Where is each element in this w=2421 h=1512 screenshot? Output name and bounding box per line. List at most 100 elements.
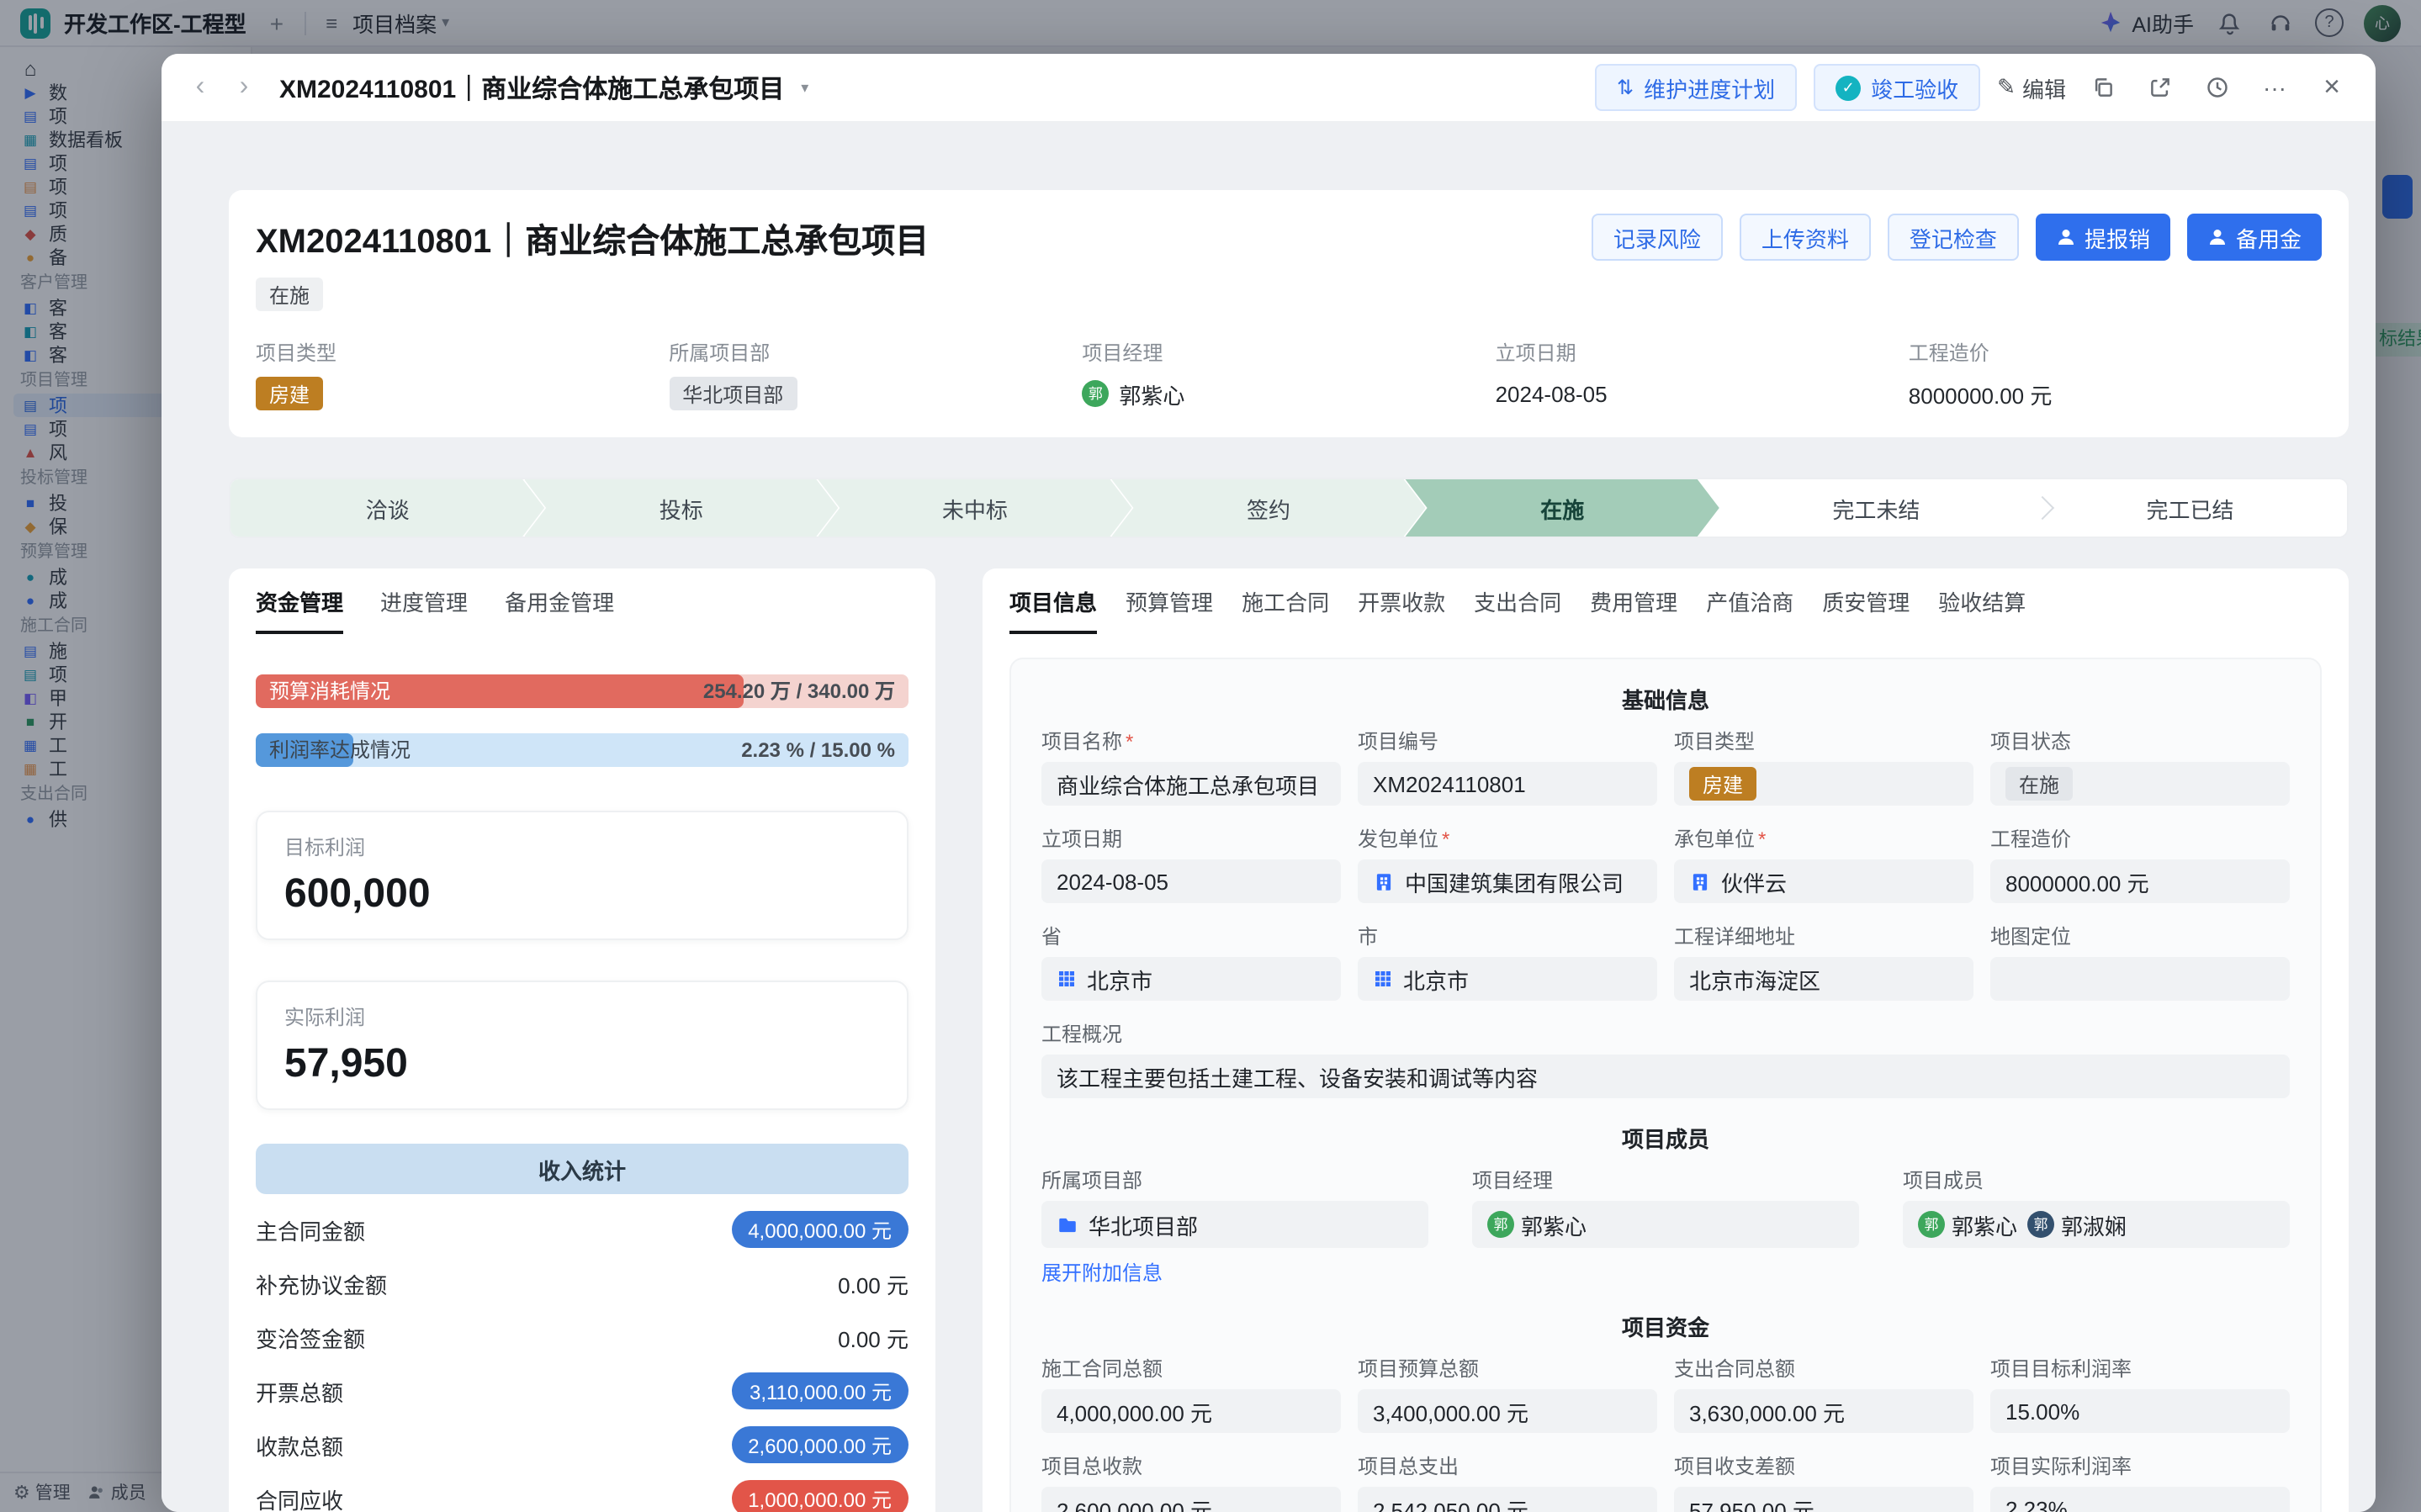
project-title: XM2024110801｜商业综合体施工总承包项目 xyxy=(256,214,929,262)
province-input[interactable]: 北京市 xyxy=(1041,957,1341,1001)
employer-unit-input[interactable]: 中国建筑集团有限公司 xyxy=(1358,859,1657,903)
start-date-input[interactable]: 2024-08-05 xyxy=(1041,859,1341,903)
tab-invoicing-collection[interactable]: 开票收款 xyxy=(1358,585,1445,634)
detailed-address-input[interactable]: 北京市海淀区 xyxy=(1674,957,1973,1001)
close-icon[interactable]: × xyxy=(2312,67,2352,108)
budget-total-input[interactable]: 3,400,000.00 元 xyxy=(1358,1389,1657,1433)
status-badge: 在施 xyxy=(256,278,323,311)
tab-fund-management[interactable]: 资金管理 xyxy=(256,585,343,634)
project-cost-input[interactable]: 8000000.00 元 xyxy=(1990,859,2290,903)
amount-pill: 4,000,000.00 元 xyxy=(731,1211,909,1248)
submit-expense-button[interactable]: 提报销 xyxy=(2036,214,2170,261)
field-target-profit-rate: 项目目标利润率 15.00% xyxy=(1990,1356,2290,1433)
income-statistics-button[interactable]: 收入统计 xyxy=(256,1144,909,1194)
share-icon xyxy=(2148,76,2172,99)
expand-additional-info-link[interactable]: 展开附加信息 xyxy=(1041,1258,1428,1287)
petty-cash-button[interactable]: 备用金 xyxy=(2187,214,2322,261)
actual-profit-rate-input[interactable]: 2.23% xyxy=(1990,1487,2290,1512)
copy-button[interactable] xyxy=(2083,67,2123,108)
person-icon xyxy=(2207,227,2228,247)
project-type-input[interactable]: 房建 xyxy=(1674,762,1973,806)
project-members-input[interactable]: 郭郭紫心 郭郭淑娴 xyxy=(1903,1201,2290,1248)
field-budget-total: 项目预算总额 3,400,000.00 元 xyxy=(1358,1356,1657,1433)
expense-contract-total-input[interactable]: 3,630,000.00 元 xyxy=(1674,1389,1973,1433)
tab-progress-management[interactable]: 进度管理 xyxy=(380,585,468,634)
building-icon xyxy=(1373,870,1395,892)
project-status-input[interactable]: 在施 xyxy=(1990,762,2290,806)
section-basic-info: 基础信息 xyxy=(1041,683,2290,715)
back-icon[interactable]: ‹ xyxy=(185,72,215,103)
field-expense-contract-total: 支出合同总额 3,630,000.00 元 xyxy=(1674,1356,1973,1433)
member-chip[interactable]: 郭郭淑娴 xyxy=(2027,1208,2127,1240)
upload-document-button[interactable]: 上传资料 xyxy=(1740,214,1871,261)
forward-icon[interactable]: › xyxy=(229,72,259,103)
maintain-schedule-button[interactable]: ⇅维护进度计划 xyxy=(1595,64,1797,111)
project-type-tag: 房建 xyxy=(1689,767,1756,801)
total-received-input[interactable]: 2,600,000.00 元 xyxy=(1041,1487,1341,1512)
amount-pill-alert: 1,000,000.00 元 xyxy=(731,1480,909,1512)
member-chip[interactable]: 郭郭紫心 xyxy=(1918,1208,2017,1240)
field-total-expense: 项目总支出 2,542,050.00 元 xyxy=(1358,1453,1657,1512)
row-received-total: 收款总额 2,600,000.00 元 xyxy=(256,1426,909,1463)
total-expense-input[interactable]: 2,542,050.00 元 xyxy=(1358,1487,1657,1512)
tab-quality-safety[interactable]: 质安管理 xyxy=(1822,585,1910,634)
amount-pill: 3,110,000.00 元 xyxy=(733,1372,909,1409)
department-input[interactable]: 华北项目部 xyxy=(1041,1201,1428,1248)
map-location-input[interactable] xyxy=(1990,957,2290,1001)
screen: 开发工作区-工程型 + ≡ 项目档案 ▾ AI助手 ? 心 ⌂ ▶数 ▤项 ▦数… xyxy=(0,0,2421,1512)
folder-icon xyxy=(1057,1213,1078,1235)
stage-negotiation[interactable]: 洽谈 xyxy=(230,479,544,537)
field-employer-unit: 发包单位 中国建筑集团有限公司 xyxy=(1358,826,1657,903)
stage-in-construction-active[interactable]: 在施 xyxy=(1406,479,1719,537)
completion-acceptance-button[interactable]: ✓竣工验收 xyxy=(1814,64,1980,111)
project-code-input[interactable]: XM2024110801 xyxy=(1358,762,1657,806)
right-panel-tabs: 项目信息 预算管理 施工合同 开票收款 支出合同 费用管理 产值洽商 质安管理 … xyxy=(1009,568,2322,634)
project-info-form: 基础信息 项目名称 商业综合体施工总承包项目 项目编号 XM2024110801 xyxy=(1009,658,2322,1512)
summary-field-project-cost: 工程造价 8000000.00 元 xyxy=(1909,338,2322,410)
tab-fee-management[interactable]: 费用管理 xyxy=(1590,585,1677,634)
row-main-contract: 主合同金额 4,000,000.00 元 xyxy=(256,1211,909,1248)
tab-project-info[interactable]: 项目信息 xyxy=(1009,585,1097,634)
actual-profit-value: 57,950 xyxy=(284,1041,880,1088)
tab-output-negotiation[interactable]: 产值洽商 xyxy=(1706,585,1793,634)
tab-acceptance-settlement[interactable]: 验收结算 xyxy=(1938,585,2026,634)
balance-input[interactable]: 57,950.00 元 xyxy=(1674,1487,1973,1512)
target-profit-rate-input[interactable]: 15.00% xyxy=(1990,1389,2290,1433)
row-change-negotiation: 变洽签金额 0.00 元 xyxy=(256,1319,909,1356)
check-badge-icon: ✓ xyxy=(1836,75,1861,100)
register-inspection-button[interactable]: 登记检查 xyxy=(1888,214,2019,261)
history-button[interactable] xyxy=(2197,67,2238,108)
city-input[interactable]: 北京市 xyxy=(1358,957,1657,1001)
tab-budget-management[interactable]: 预算管理 xyxy=(1126,585,1213,634)
project-overview-input[interactable]: 该工程主要包括土建工程、设备安装和调试等内容 xyxy=(1041,1055,2290,1098)
record-risk-button[interactable]: 记录风险 xyxy=(1592,214,1723,261)
stage-signed[interactable]: 签约 xyxy=(1111,479,1425,537)
row-contract-receivable: 合同应收 1,000,000.00 元 xyxy=(256,1480,909,1512)
chevron-down-icon[interactable]: ▾ xyxy=(801,78,808,97)
stage-bidding[interactable]: 投标 xyxy=(524,479,838,537)
tab-petty-cash-management[interactable]: 备用金管理 xyxy=(505,585,614,634)
stage-not-won[interactable]: 未中标 xyxy=(818,479,1131,537)
actual-profit-card: 实际利润 57,950 xyxy=(256,981,909,1110)
edit-button[interactable]: ✎编辑 xyxy=(1997,71,2066,103)
funds-panel: 资金管理 进度管理 备用金管理 预算消耗情况 254.20 万 / 340.00… xyxy=(229,568,935,1512)
share-button[interactable] xyxy=(2140,67,2180,108)
more-actions-button[interactable]: ··· xyxy=(2254,67,2295,108)
project-manager-input[interactable]: 郭郭紫心 xyxy=(1472,1201,1859,1248)
clock-icon xyxy=(2206,76,2229,99)
building-icon xyxy=(1689,870,1711,892)
department-tag: 华北项目部 xyxy=(669,377,797,410)
member-chip[interactable]: 郭郭紫心 xyxy=(1487,1208,1587,1240)
avatar: 郭 xyxy=(2027,1211,2054,1238)
sort-icon: ⇅ xyxy=(1617,76,1634,99)
stage-finished-unsettled[interactable]: 完工未结 xyxy=(1719,479,2033,537)
construction-contract-total-input[interactable]: 4,000,000.00 元 xyxy=(1041,1389,1341,1433)
stage-finished-settled[interactable]: 完工已结 xyxy=(2033,479,2347,537)
field-project-members: 项目成员 郭郭紫心 郭郭淑娴 xyxy=(1903,1167,2290,1287)
field-construction-contract-total: 施工合同总额 4,000,000.00 元 xyxy=(1041,1356,1341,1433)
tab-expense-contract[interactable]: 支出合同 xyxy=(1474,585,1561,634)
project-name-input[interactable]: 商业综合体施工总承包项目 xyxy=(1041,762,1341,806)
left-panel-tabs: 资金管理 进度管理 备用金管理 xyxy=(256,568,909,634)
tab-construction-contract[interactable]: 施工合同 xyxy=(1242,585,1329,634)
contractor-unit-input[interactable]: 伙伴云 xyxy=(1674,859,1973,903)
